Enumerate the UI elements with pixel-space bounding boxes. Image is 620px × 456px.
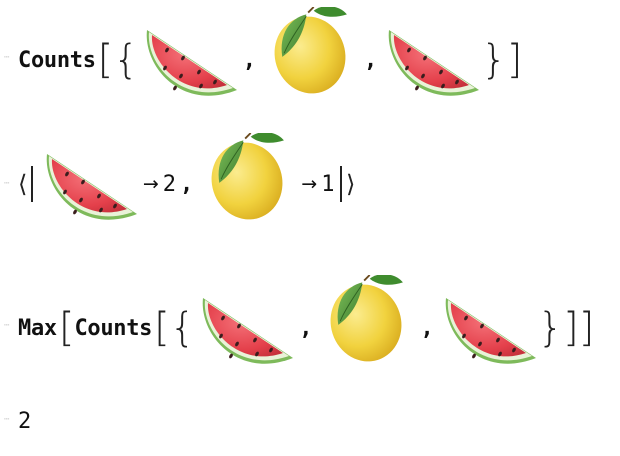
close-brace: } <box>537 305 564 351</box>
open-bracket: [ <box>97 37 114 83</box>
association-bar-right <box>340 166 342 202</box>
close-bracket: ] <box>506 37 523 83</box>
association-output: ⟨ → 2 , → 1 ⟩ <box>18 133 356 232</box>
cell-marker: ┄ <box>4 179 10 189</box>
open-bracket: [ <box>154 305 170 351</box>
function-name-counts: Counts <box>18 47 96 73</box>
comma: , <box>363 47 378 73</box>
lemon-icon <box>263 7 357 103</box>
notebook-cell-output-1: ┄ ⟨ → 2 , → 1 ⟩ <box>0 132 620 236</box>
lemon-icon <box>201 133 294 229</box>
open-brace: { <box>169 305 196 351</box>
output-value: 2 <box>18 408 32 434</box>
close-brace: } <box>481 37 507 83</box>
open-bracket: [ <box>58 305 75 351</box>
watermelon-icon <box>202 298 294 364</box>
comma: , <box>299 315 313 341</box>
association-bar-left <box>31 166 33 202</box>
max-output: 2 <box>18 406 31 436</box>
close-bracket: ] <box>578 305 595 351</box>
cell-marker: ┄ <box>4 53 10 63</box>
watermelon-icon <box>445 298 536 364</box>
watermelon-icon <box>46 154 137 220</box>
watermelon-icon <box>388 30 480 96</box>
rule-arrow: → <box>301 173 318 195</box>
count-value-watermelon: 2 <box>162 171 177 197</box>
open-brace: { <box>113 37 139 83</box>
max-counts-expression[interactable]: Max [ Counts [ { , , } ] ] <box>18 275 595 371</box>
close-bracket: ] <box>563 305 579 351</box>
function-name-max: Max <box>18 315 57 341</box>
association-close: ⟩ <box>345 170 356 198</box>
comma: , <box>420 315 434 341</box>
notebook-cell-output-2: ┄ 2 <box>0 400 620 440</box>
rule-arrow: → <box>142 173 159 195</box>
lemon-icon <box>320 275 413 371</box>
cell-marker: ┄ <box>4 321 10 331</box>
comma: , <box>180 171 194 197</box>
watermelon-icon <box>146 30 237 96</box>
function-name-counts: Counts <box>74 315 153 341</box>
association-open: ⟨ <box>18 170 28 198</box>
notebook-cell-input-1[interactable]: ┄ Counts [ { , , } ] <box>0 7 620 108</box>
comma: , <box>242 47 256 73</box>
count-value-lemon: 1 <box>321 171 335 197</box>
counts-expression[interactable]: Counts [ { , , } ] <box>18 7 523 103</box>
cell-marker: ┄ <box>4 415 10 425</box>
notebook-cell-input-2[interactable]: ┄ Max [ Counts [ { , , } ] ] <box>0 275 620 378</box>
